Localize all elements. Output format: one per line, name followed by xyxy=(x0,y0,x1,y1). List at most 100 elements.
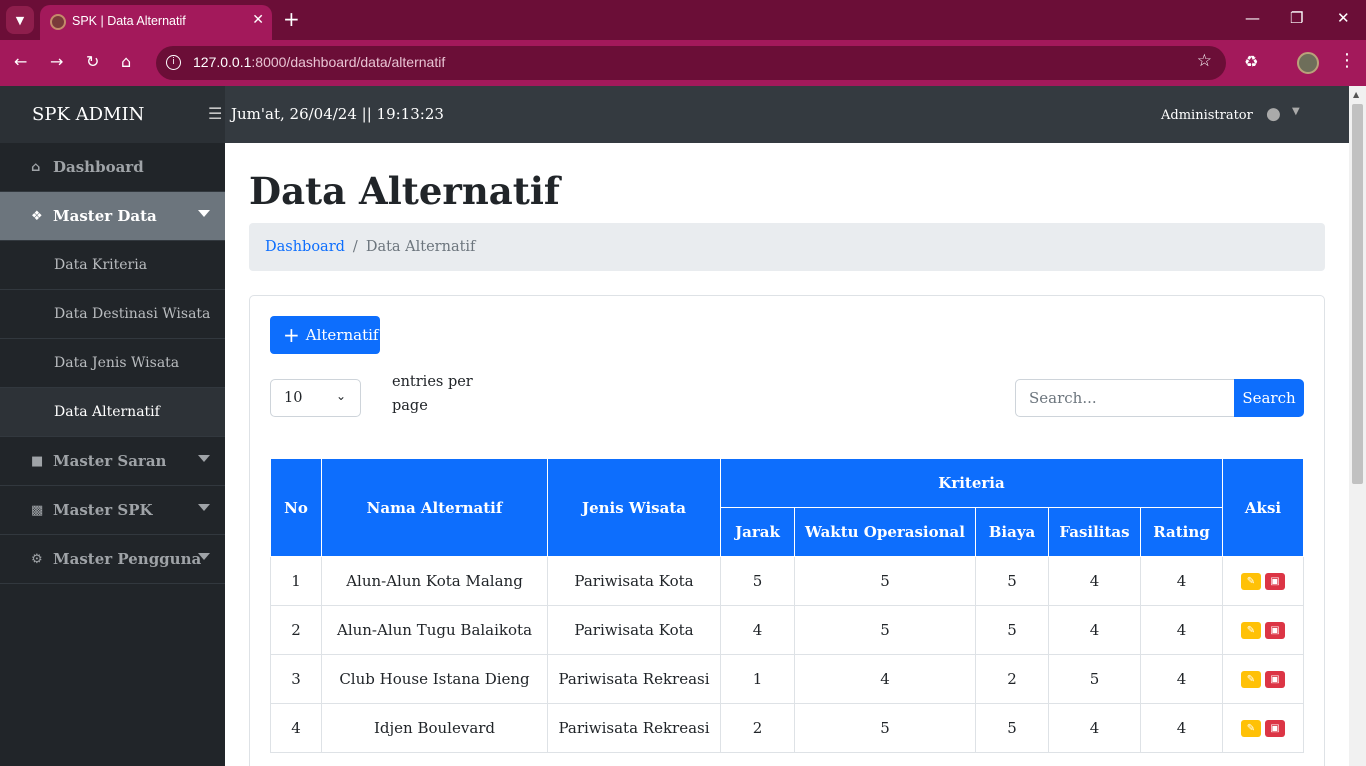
trash-icon[interactable]: ▣ xyxy=(1265,720,1285,738)
sidebar-item-label: Dashboard xyxy=(53,158,144,176)
cell-no: 1 xyxy=(270,556,322,606)
edit-icon[interactable]: ✎ xyxy=(1241,573,1261,591)
sidebar-item-master-spk[interactable]: ▩ Master SPK xyxy=(0,486,225,535)
header-kriteria: Kriteria xyxy=(720,458,1223,508)
caret-down-icon xyxy=(198,210,210,217)
sidebar-item-dashboard[interactable]: ⌂ Dashboard xyxy=(0,143,225,192)
cell-aksi: ✎ ▣ xyxy=(1222,703,1304,753)
trash-icon[interactable]: ▣ xyxy=(1265,573,1285,591)
window-close-icon[interactable]: ✕ xyxy=(1337,9,1350,27)
home-icon[interactable]: ⌂ xyxy=(121,52,131,71)
cell-biaya: 5 xyxy=(975,703,1049,753)
home-icon: ⌂ xyxy=(31,159,41,175)
trash-icon[interactable]: ▣ xyxy=(1265,671,1285,689)
back-icon[interactable]: ← xyxy=(14,52,27,71)
plus-icon: + xyxy=(283,323,300,347)
caret-down-icon xyxy=(198,553,210,560)
trash-icon[interactable]: ▣ xyxy=(1265,622,1285,640)
breadcrumb-separator: / xyxy=(352,239,358,255)
table-row: 3 Club House Istana Dieng Pariwisata Rek… xyxy=(270,654,1304,704)
reload-icon[interactable]: ↻ xyxy=(86,52,99,71)
data-card: + Alternatif 10 ⌄ entries per page Searc… xyxy=(249,295,1325,766)
cell-fasilitas: 4 xyxy=(1048,605,1141,655)
extensions-icon[interactable]: ♻ xyxy=(1244,52,1258,71)
cell-nama: Idjen Boulevard xyxy=(321,703,548,753)
new-tab-button[interactable]: + xyxy=(283,8,300,30)
sidebar-item-master-data[interactable]: ❖ Master Data xyxy=(0,192,225,241)
sidebar-subitem-data-destinasi-wisata[interactable]: Data Destinasi Wisata xyxy=(0,290,225,339)
cell-aksi: ✎ ▣ xyxy=(1222,556,1304,606)
profile-avatar[interactable] xyxy=(1297,52,1319,74)
chevron-down-icon: ⌄ xyxy=(335,389,346,403)
main-content: Data Alternatif Dashboard / Data Alterna… xyxy=(225,143,1349,766)
cell-no: 4 xyxy=(270,703,322,753)
app-navbar: SPK ADMIN ☰ Jum'at, 26/04/24 || 19:13:23… xyxy=(0,86,1349,143)
add-button-label: Alternatif xyxy=(305,326,379,344)
edit-icon[interactable]: ✎ xyxy=(1241,671,1261,689)
scroll-up-icon[interactable]: ▲ xyxy=(1353,90,1359,99)
favicon-icon xyxy=(50,14,66,30)
page-scrollbar[interactable]: ▲ xyxy=(1349,86,1366,766)
site-info-icon[interactable]: i xyxy=(166,55,181,70)
header-jarak: Jarak xyxy=(720,507,795,557)
cell-biaya: 5 xyxy=(975,605,1049,655)
sitemap-icon: ▩ xyxy=(31,502,44,518)
header-rating: Rating xyxy=(1140,507,1223,557)
sidebar-item-master-pengguna[interactable]: ⚙ Master Pengguna xyxy=(0,535,225,584)
sidebar-subitem-data-kriteria[interactable]: Data Kriteria xyxy=(0,241,225,290)
browser-tab[interactable]: SPK | Data Alternatif ✕ xyxy=(40,5,272,40)
caret-down-icon xyxy=(198,455,210,462)
breadcrumb: Dashboard / Data Alternatif xyxy=(249,223,1325,271)
search-input[interactable]: Search... xyxy=(1015,379,1235,417)
cell-no: 3 xyxy=(270,654,322,704)
edit-icon[interactable]: ✎ xyxy=(1241,720,1261,738)
cell-jenis: Pariwisata Rekreasi xyxy=(547,703,721,753)
user-dropdown-caret-icon[interactable]: ▼ xyxy=(1292,106,1300,117)
table-row: 4 Idjen Boulevard Pariwisata Rekreasi 2 … xyxy=(270,703,1304,753)
header-aksi: Aksi xyxy=(1222,458,1304,557)
sidebar-item-label: Master Pengguna xyxy=(53,550,202,568)
sidebar-subitem-data-jenis-wisata[interactable]: Data Jenis Wisata xyxy=(0,339,225,388)
datetime-display: Jum'at, 26/04/24 || 19:13:23 xyxy=(231,105,444,123)
header-no: No xyxy=(270,458,322,557)
cell-jenis: Pariwisata Kota xyxy=(547,605,721,655)
sidebar-item-label: Master Saran xyxy=(53,452,167,470)
tab-title: SPK | Data Alternatif xyxy=(72,14,186,28)
cell-no: 2 xyxy=(270,605,322,655)
cell-nama: Club House Istana Dieng xyxy=(321,654,548,704)
cell-jarak: 5 xyxy=(720,556,795,606)
url-field[interactable]: i 127.0.0.1:8000/dashboard/data/alternat… xyxy=(156,46,1226,80)
browser-tab-bar: ▼ SPK | Data Alternatif ✕ + — ❐ ✕ xyxy=(0,0,1366,40)
bookmark-star-icon[interactable]: ☆ xyxy=(1197,51,1212,71)
restore-icon[interactable]: ❐ xyxy=(1290,9,1303,27)
forward-icon[interactable]: → xyxy=(50,52,63,71)
search-button[interactable]: Search xyxy=(1234,379,1304,417)
user-icon[interactable]: ● xyxy=(1266,104,1281,124)
cell-jarak: 1 xyxy=(720,654,795,704)
per-page-select[interactable]: 10 ⌄ xyxy=(270,379,361,417)
cell-nama: Alun-Alun Kota Malang xyxy=(321,556,548,606)
cell-jarak: 2 xyxy=(720,703,795,753)
header-biaya: Biaya xyxy=(975,507,1049,557)
address-bar: ← → ↻ ⌂ i 127.0.0.1:8000/dashboard/data/… xyxy=(0,40,1366,86)
scrollbar-thumb[interactable] xyxy=(1352,104,1363,484)
entries-per-page-label: entries per page xyxy=(392,374,473,414)
add-alternatif-button[interactable]: + Alternatif xyxy=(270,316,380,354)
edit-icon[interactable]: ✎ xyxy=(1241,622,1261,640)
browser-menu-icon[interactable]: ⋮ xyxy=(1338,50,1356,71)
brand-logo[interactable]: SPK ADMIN xyxy=(0,86,225,143)
sidebar-toggle-icon[interactable]: ☰ xyxy=(208,104,222,123)
sidebar-subitem-data-alternatif[interactable]: Data Alternatif xyxy=(0,388,225,437)
cell-rating: 4 xyxy=(1140,556,1223,606)
minimize-icon[interactable]: — xyxy=(1245,9,1260,27)
cell-waktu: 5 xyxy=(794,605,976,655)
breadcrumb-link-dashboard[interactable]: Dashboard xyxy=(265,239,345,255)
cell-rating: 4 xyxy=(1140,605,1223,655)
tab-search-button[interactable]: ▼ xyxy=(6,6,34,34)
comment-icon: ■ xyxy=(31,453,44,469)
table-row: 1 Alun-Alun Kota Malang Pariwisata Kota … xyxy=(270,556,1304,606)
page-title: Data Alternatif xyxy=(249,169,560,213)
sidebar-item-master-saran[interactable]: ■ Master Saran xyxy=(0,437,225,486)
close-tab-icon[interactable]: ✕ xyxy=(252,12,264,28)
header-waktu-operasional: Waktu Operasional xyxy=(794,507,976,557)
